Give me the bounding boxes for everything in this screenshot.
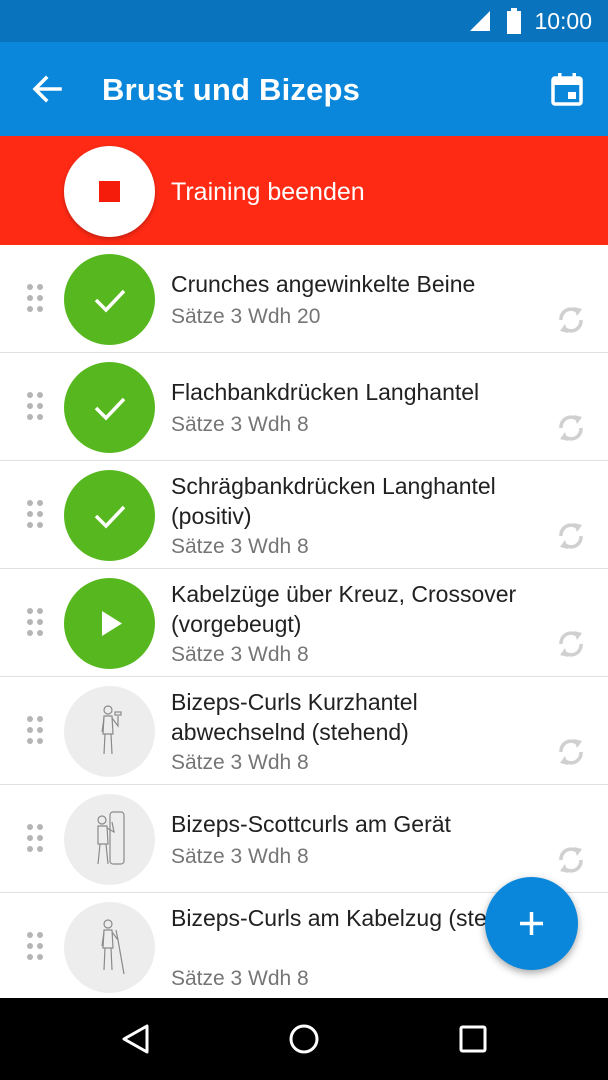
- drag-handle-icon[interactable]: [26, 500, 46, 530]
- status-bar: 10:00: [0, 0, 608, 42]
- triangle-back-icon[interactable]: [116, 1019, 156, 1059]
- exercise-name: Kabelzüge über Kreuz, Crossover (vorgebe…: [171, 581, 517, 637]
- status-time: 10:00: [534, 8, 592, 34]
- swap-icon[interactable]: [554, 519, 588, 553]
- circle-home-icon[interactable]: [284, 1019, 324, 1059]
- exercise-sets: Sätze 3 Wdh 8: [171, 845, 309, 868]
- exercise-sets: Sätze 3 Wdh 8: [171, 535, 309, 558]
- exercise-thumbnail[interactable]: [64, 794, 155, 885]
- drag-handle-icon[interactable]: [26, 392, 46, 422]
- drag-handle-icon[interactable]: [26, 824, 46, 854]
- exercise-row[interactable]: Bizeps-Curls Kurzhantel abwechselnd (ste…: [0, 677, 608, 785]
- exercise-row[interactable]: Crunches angewinkelte Beine Sätze 3 Wdh …: [0, 245, 608, 353]
- exercise-row[interactable]: Kabelzüge über Kreuz, Crossover (vorgebe…: [0, 569, 608, 677]
- exercise-name: Bizeps-Scottcurls am Gerät: [171, 811, 451, 837]
- exercise-row[interactable]: Schrägbankdrücken Langhantel (positiv) S…: [0, 461, 608, 569]
- arrow-left-icon[interactable]: [24, 66, 70, 112]
- swap-icon[interactable]: [554, 303, 588, 337]
- drag-handle-icon[interactable]: [26, 608, 46, 638]
- calendar-icon[interactable]: [546, 68, 588, 110]
- app-bar: Brust und Bizeps: [0, 42, 608, 136]
- status-avatar[interactable]: [64, 578, 155, 669]
- stop-button[interactable]: [64, 146, 155, 237]
- battery-icon: [507, 8, 521, 34]
- square-recents-icon[interactable]: [453, 1019, 493, 1059]
- status-avatar[interactable]: [64, 470, 155, 561]
- figure-dumbbell-curl-icon: [101, 705, 122, 755]
- swap-icon[interactable]: [554, 735, 588, 769]
- status-avatar[interactable]: [64, 362, 155, 453]
- stop-icon: [99, 181, 120, 202]
- page-title: Brust und Bizeps: [102, 72, 361, 107]
- figure-cable-curl-icon: [101, 919, 125, 975]
- exercise-thumbnail[interactable]: [64, 902, 155, 993]
- end-training-label: Training beenden: [171, 178, 365, 206]
- drag-handle-icon[interactable]: [26, 716, 46, 746]
- exercise-sets: Sätze 3 Wdh 8: [171, 967, 309, 990]
- drag-handle-icon[interactable]: [26, 932, 46, 962]
- check-icon: [94, 289, 126, 313]
- end-training-bar[interactable]: Training beenden: [0, 136, 608, 245]
- exercise-name: Flachbankdrücken Langhantel: [171, 379, 480, 405]
- exercise-thumbnail[interactable]: [64, 686, 155, 777]
- system-nav-bar: [0, 998, 608, 1080]
- exercise-name: Schrägbankdrücken Langhantel (positiv): [171, 473, 496, 529]
- signal-icon: [470, 11, 490, 31]
- figure-scott-curl-icon: [97, 811, 125, 865]
- plus-icon: [520, 912, 543, 935]
- check-icon: [94, 505, 126, 529]
- swap-icon[interactable]: [554, 843, 588, 877]
- check-icon: [94, 397, 126, 421]
- swap-icon[interactable]: [554, 411, 588, 445]
- exercise-sets: Sätze 3 Wdh 8: [171, 751, 309, 774]
- status-avatar[interactable]: [64, 254, 155, 345]
- exercise-name: Bizeps-Curls Kurzhantel abwechselnd (ste…: [171, 689, 418, 745]
- exercise-name: Crunches angewinkelte Beine: [171, 271, 476, 297]
- play-icon: [102, 611, 122, 636]
- add-exercise-button[interactable]: [485, 877, 578, 970]
- exercise-sets: Sätze 3 Wdh 8: [171, 413, 309, 436]
- exercise-sets: Sätze 3 Wdh 8: [171, 643, 309, 666]
- drag-handle-icon[interactable]: [26, 284, 46, 314]
- swap-icon[interactable]: [554, 627, 588, 661]
- exercise-row[interactable]: Flachbankdrücken Langhantel Sätze 3 Wdh …: [0, 353, 608, 461]
- exercise-sets: Sätze 3 Wdh 20: [171, 305, 321, 328]
